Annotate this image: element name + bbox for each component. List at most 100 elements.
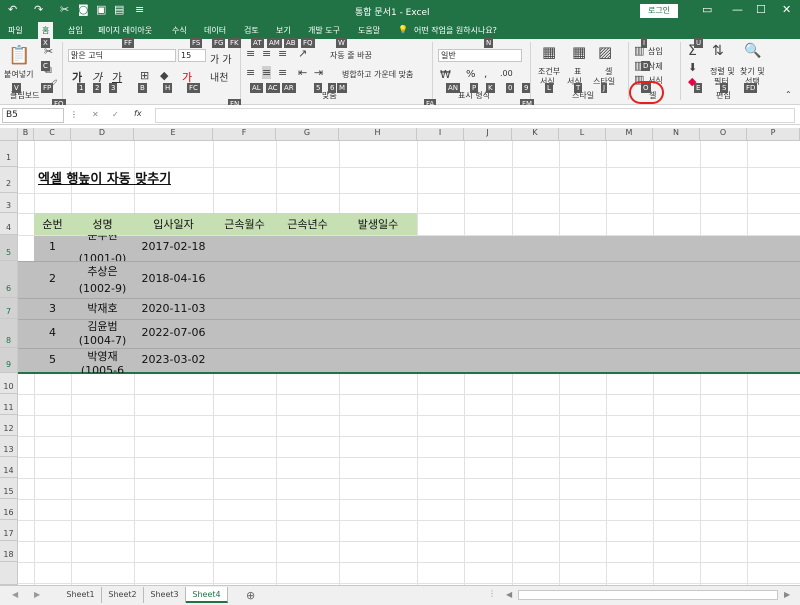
find-select-icon[interactable]: 🔍 xyxy=(744,43,761,59)
row-header[interactable]: 18 xyxy=(0,541,18,562)
tab-help[interactable]: 도움말 xyxy=(358,25,380,36)
customize-qat-icon[interactable]: ≡ xyxy=(135,3,144,16)
column-header[interactable]: H xyxy=(339,128,417,141)
align-bottom-icon[interactable]: ≡ xyxy=(278,47,287,60)
collapse-ribbon-icon[interactable]: ⌃ xyxy=(785,90,792,99)
column-header[interactable]: F xyxy=(213,128,276,141)
formula-input[interactable] xyxy=(155,108,795,123)
row-header[interactable]: 14 xyxy=(0,457,18,478)
conditional-format-icon[interactable]: ▦ xyxy=(542,43,556,61)
tab-home[interactable]: 홈 xyxy=(38,22,54,39)
ribbon-options-icon[interactable]: ▭ xyxy=(702,3,712,16)
column-header[interactable]: J xyxy=(464,128,512,141)
align-right-icon[interactable]: ≡ xyxy=(278,66,287,79)
tell-me-search[interactable]: 어떤 작업을 원하시나요? xyxy=(414,25,497,36)
select-all-corner[interactable] xyxy=(0,128,18,141)
insert-cells-button[interactable]: 삽입 xyxy=(648,46,663,57)
redo-icon[interactable]: ↷ xyxy=(34,3,43,16)
row-header[interactable]: 6 xyxy=(0,261,18,298)
enter-icon[interactable]: ✓ xyxy=(112,110,119,119)
grow-font-icon[interactable]: 가 가 xyxy=(210,51,232,66)
row-header[interactable]: 4 xyxy=(0,213,18,235)
tab-review[interactable]: 검토 xyxy=(244,25,259,36)
sheet-tab[interactable]: Sheet2 xyxy=(102,587,144,603)
tab-formulas[interactable]: 수식 xyxy=(172,25,187,36)
paste-button[interactable]: 붙여넣기 xyxy=(4,69,33,80)
sheet-tab-active[interactable]: Sheet4 xyxy=(186,587,228,603)
hscroll-split-icon[interactable]: ⋮ xyxy=(488,589,496,598)
row-header[interactable]: 3 xyxy=(0,193,18,213)
row-header[interactable]: 10 xyxy=(0,373,18,394)
row-header[interactable]: 12 xyxy=(0,415,18,436)
login-button[interactable]: 로그인 xyxy=(640,4,678,18)
row-header[interactable]: 1 xyxy=(0,141,18,167)
column-header[interactable]: O xyxy=(700,128,747,141)
align-top-icon[interactable]: ≡ xyxy=(246,47,255,60)
column-header[interactable]: M xyxy=(606,128,653,141)
comma-icon[interactable]: , xyxy=(484,69,487,80)
row-header[interactable]: 11 xyxy=(0,394,18,415)
clipboard-icon[interactable]: ✂ xyxy=(60,3,69,16)
row-header[interactable]: 16 xyxy=(0,499,18,520)
sheet-tab[interactable]: Sheet1 xyxy=(60,587,102,603)
outdent-icon[interactable]: ⇥ xyxy=(314,66,323,79)
prev-sheet-icon[interactable]: ◀ xyxy=(12,590,18,599)
align-left-icon[interactable]: ≡ xyxy=(246,66,255,79)
sheet-tab[interactable]: Sheet3 xyxy=(144,587,186,603)
tab-page-layout[interactable]: 페이지 레이아웃 xyxy=(98,25,152,36)
add-sheet-icon[interactable]: ⊕ xyxy=(246,589,255,602)
paste-icon[interactable]: 📋 xyxy=(8,45,30,66)
column-header[interactable]: E xyxy=(134,128,213,141)
tab-view[interactable]: 보기 xyxy=(276,25,291,36)
row-header[interactable]: 15 xyxy=(0,478,18,499)
row-header[interactable]: 2 xyxy=(0,167,18,193)
align-center-icon[interactable]: ≡ xyxy=(262,66,272,79)
insert-function-icon[interactable]: fx xyxy=(134,109,142,118)
cell-style-icon[interactable]: ▨ xyxy=(598,43,612,61)
column-header[interactable]: P xyxy=(747,128,800,141)
row-header[interactable]: 8 xyxy=(0,319,18,348)
minimize-icon[interactable]: — xyxy=(732,3,743,16)
column-header[interactable]: G xyxy=(276,128,339,141)
border-icon[interactable]: ⊞ xyxy=(140,69,149,82)
column-header[interactable]: D xyxy=(71,128,134,141)
name-box[interactable]: B5 xyxy=(2,108,64,123)
undo-icon[interactable]: ↶ xyxy=(8,3,17,16)
column-header[interactable]: K xyxy=(512,128,559,141)
font-name-combo[interactable]: 맑은 고딕 xyxy=(68,49,176,62)
column-header[interactable]: C xyxy=(34,128,71,141)
column-header[interactable]: N xyxy=(653,128,700,141)
row-header[interactable]: 17 xyxy=(0,520,18,541)
scroll-left-icon[interactable]: ◀ xyxy=(506,590,512,599)
camera-icon[interactable]: ◙ xyxy=(78,3,89,16)
percent-icon[interactable]: % xyxy=(466,69,476,80)
close-icon[interactable]: ✕ xyxy=(782,3,791,16)
worksheet-grid[interactable]: B C D E F G H I J K L M N O P 1 2 3 4 5 … xyxy=(0,128,800,585)
next-sheet-icon[interactable]: ▶ xyxy=(34,590,40,599)
tab-developer[interactable]: 개발 도구 xyxy=(308,25,340,36)
tab-data[interactable]: 데이터 xyxy=(204,25,226,36)
tab-insert[interactable]: 삽입 xyxy=(68,25,83,36)
font-size-combo[interactable]: 15 xyxy=(178,49,206,62)
orientation-icon[interactable]: ↗ xyxy=(298,47,307,60)
indent-icon[interactable]: ⇤ xyxy=(298,66,307,79)
column-header[interactable]: I xyxy=(417,128,464,141)
row-header[interactable]: 5 xyxy=(0,235,18,261)
row-header[interactable]: 13 xyxy=(0,436,18,457)
cancel-icon[interactable]: ✕ xyxy=(92,110,99,119)
align-middle-icon[interactable]: ≡ xyxy=(262,47,271,60)
scroll-right-icon[interactable]: ▶ xyxy=(784,590,790,599)
save-icon[interactable]: ▤ xyxy=(114,3,124,16)
merge-center-button[interactable]: 병합하고 가운데 맞춤 xyxy=(342,69,413,80)
format-table-icon[interactable]: ▦ xyxy=(572,43,586,61)
fill-color-icon[interactable]: ◆ xyxy=(160,69,168,82)
row-header[interactable]: 9 xyxy=(0,348,18,373)
maximize-icon[interactable]: ☐ xyxy=(756,3,766,16)
accounting-icon[interactable]: ₩ xyxy=(440,68,451,81)
phonetic-icon[interactable]: 내천 xyxy=(210,69,228,84)
row-header[interactable]: 7 xyxy=(0,298,18,319)
column-header[interactable]: L xyxy=(559,128,606,141)
sort-filter-icon[interactable]: ⇅ xyxy=(712,43,724,59)
number-format-combo[interactable]: 일반 xyxy=(438,49,522,62)
image-icon[interactable]: ▣ xyxy=(96,3,106,16)
